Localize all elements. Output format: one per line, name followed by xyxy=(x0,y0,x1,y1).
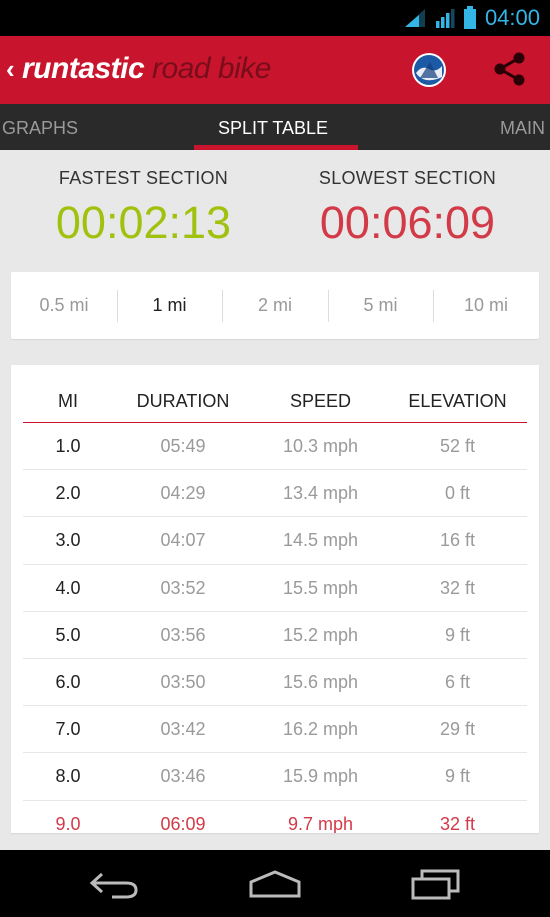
wifi-icon xyxy=(404,9,425,27)
cell-duration: 03:42 xyxy=(160,719,206,740)
brand-sub: road bike xyxy=(152,52,271,85)
fastest-value: 00:02:13 xyxy=(55,197,232,248)
header-mi: MI xyxy=(58,391,78,411)
table-header: MI DURATION SPEED ELEVATION xyxy=(23,365,527,423)
cell-elevation: 0 ft xyxy=(444,483,470,504)
cell-mi: 3.0 xyxy=(55,530,81,551)
cell-elevation: 52 ft xyxy=(439,436,476,456)
cell-speed: 14.5 mph xyxy=(282,530,359,551)
cell-speed: 15.5 mph xyxy=(282,577,359,598)
slowest-label: SLOWEST SECTION xyxy=(318,168,497,188)
share-icon[interactable] xyxy=(490,49,530,89)
split-table[interactable]: MI DURATION SPEED ELEVATION 1.0 05:49 10… xyxy=(11,365,539,833)
navigation-bar xyxy=(0,850,550,917)
interval-selector: 0.5 mi 1 mi 2 mi 5 mi 10 mi xyxy=(11,272,539,339)
cell-mi: 5.0 xyxy=(55,624,81,645)
cell-speed: 16.2 mph xyxy=(282,719,359,740)
action-bar: ‹ runtastic road bike xyxy=(0,36,550,104)
cell-speed: 10.3 mph xyxy=(282,436,359,456)
cell-speed: 15.6 mph xyxy=(282,671,359,692)
table-row: 7.0 03:42 16.2 mph 29 ft xyxy=(23,706,527,754)
table-row: 6.0 03:50 15.6 mph 6 ft xyxy=(23,659,527,707)
cell-elevation: 16 ft xyxy=(439,530,476,551)
cell-elevation: 6 ft xyxy=(444,671,470,692)
slowest-section: SLOWEST SECTION 00:06:09 xyxy=(270,150,545,249)
status-bar: 04:00 xyxy=(0,0,550,36)
globe-icon[interactable] xyxy=(410,51,448,89)
cell-mi: 4.0 xyxy=(55,577,81,598)
interval-5-mi[interactable]: 5 mi xyxy=(328,272,433,339)
recent-apps-icon[interactable] xyxy=(408,868,464,900)
cell-duration: 04:29 xyxy=(160,483,206,504)
cell-mi: 8.0 xyxy=(55,766,81,787)
cell-elevation: 29 ft xyxy=(439,719,476,740)
tab-split-table[interactable]: SPLIT TABLE xyxy=(218,104,328,150)
back-icon[interactable] xyxy=(86,868,142,900)
cell-elevation: 32 ft xyxy=(439,813,476,834)
table-row: 4.0 03:52 15.5 mph 32 ft xyxy=(23,565,527,612)
signal-icon xyxy=(435,9,455,28)
header-elevation: ELEVATION xyxy=(408,391,507,411)
cell-duration: 05:49 xyxy=(160,436,206,456)
cell-speed: 13.4 mph xyxy=(282,483,359,504)
interval-0-5-mi[interactable]: 0.5 mi xyxy=(11,272,117,339)
cell-mi: 6.0 xyxy=(55,671,81,692)
table-row: 8.0 03:46 15.9 mph 9 ft xyxy=(23,753,527,801)
table-row: 2.0 04:29 13.4 mph 0 ft xyxy=(23,470,527,518)
cell-speed: 15.9 mph xyxy=(282,766,359,787)
interval-1-mi[interactable]: 1 mi xyxy=(117,272,222,339)
cell-mi: 7.0 xyxy=(55,719,81,740)
interval-2-mi[interactable]: 2 mi xyxy=(222,272,328,339)
slowest-value: 00:06:09 xyxy=(319,197,496,248)
cell-mi: 9.0 xyxy=(55,813,81,834)
tab-bar: GRAPHS SPLIT TABLE MAIN xyxy=(0,104,550,150)
cell-duration: 03:56 xyxy=(160,624,206,645)
cell-mi: 2.0 xyxy=(55,483,81,504)
status-time: 04:00 xyxy=(484,5,540,30)
cell-mi: 1.0 xyxy=(55,436,81,456)
cell-duration: 03:50 xyxy=(160,671,206,692)
table-row-slowest: 9.0 06:09 9.7 mph 32 ft xyxy=(23,801,527,834)
status-icons: 04:00 xyxy=(403,0,540,36)
home-icon[interactable] xyxy=(247,868,303,900)
header-duration: DURATION xyxy=(136,391,230,411)
cell-speed: 9.7 mph xyxy=(287,813,354,834)
section-summary: FASTEST SECTION 00:02:13 SLOWEST SECTION… xyxy=(0,150,550,268)
cell-duration: 06:09 xyxy=(160,813,206,834)
table-row: 1.0 05:49 10.3 mph 52 ft xyxy=(23,423,527,471)
cell-elevation: 32 ft xyxy=(439,577,476,598)
cell-duration: 03:46 xyxy=(160,766,206,787)
interval-10-mi[interactable]: 10 mi xyxy=(433,272,539,339)
cell-speed: 15.2 mph xyxy=(282,624,359,645)
table-row: 5.0 03:56 15.2 mph 9 ft xyxy=(23,612,527,659)
app-logo[interactable]: runtastic road bike xyxy=(22,52,271,86)
table-row: 3.0 04:07 14.5 mph 16 ft xyxy=(23,517,527,565)
cell-duration: 04:07 xyxy=(160,530,206,551)
table-body: 1.0 05:49 10.3 mph 52 ft 2.0 04:29 13.4 … xyxy=(23,423,527,833)
fastest-section: FASTEST SECTION 00:02:13 xyxy=(6,150,281,249)
tab-main[interactable]: MAIN xyxy=(500,104,545,150)
cell-elevation: 9 ft xyxy=(444,766,470,787)
cell-elevation: 9 ft xyxy=(444,624,470,645)
header-speed: SPEED xyxy=(289,391,352,411)
cell-duration: 03:52 xyxy=(160,577,206,598)
tab-graphs[interactable]: GRAPHS xyxy=(2,104,78,150)
fastest-label: FASTEST SECTION xyxy=(58,168,229,188)
battery-icon xyxy=(463,6,476,29)
up-chevron-icon[interactable]: ‹ xyxy=(6,54,15,85)
brand-main: runtastic xyxy=(22,52,145,85)
